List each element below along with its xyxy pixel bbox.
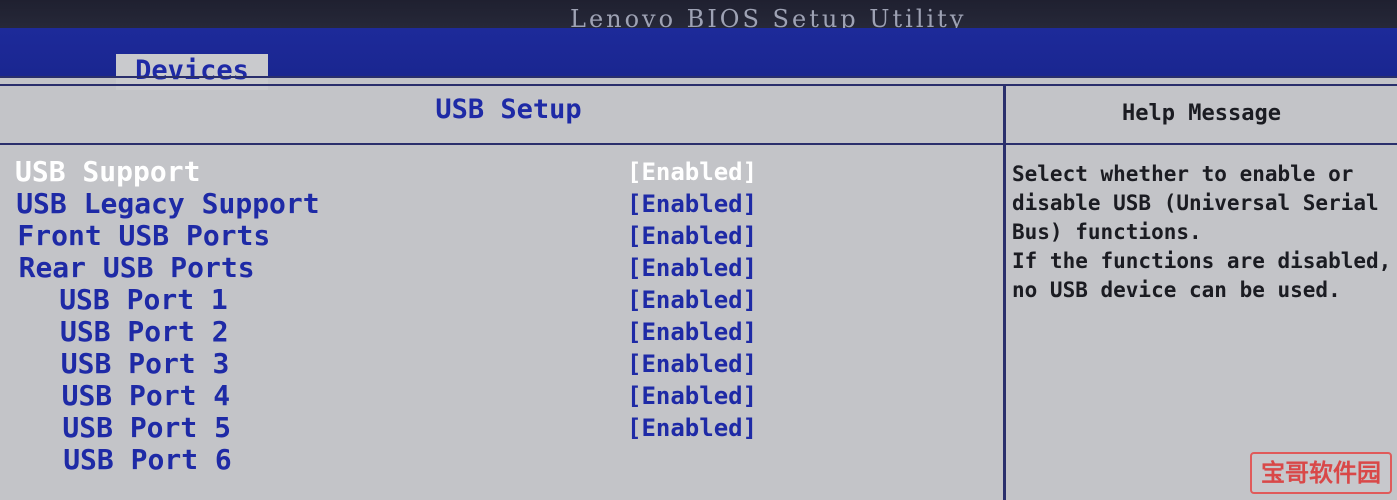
setting-value[interactable]: [Enabled] (627, 188, 757, 220)
menu-divider (0, 76, 1397, 78)
setting-value[interactable]: [Enabled] (627, 220, 757, 252)
setting-row[interactable]: USB Port 6 (0, 444, 1003, 476)
panel-title: USB Setup (435, 94, 582, 125)
setting-label: Front USB Ports (17, 219, 271, 252)
help-line: If the functions are disabled, (1012, 249, 1392, 273)
setting-row[interactable]: USB Port 3 [Enabled] (0, 348, 1003, 380)
setting-value[interactable]: [Enabled] (627, 156, 757, 188)
setting-label: USB Support (15, 155, 201, 188)
setting-row[interactable]: USB Support [Enabled] (0, 156, 1003, 188)
setting-row[interactable]: USB Port 5 [Enabled] (0, 412, 1003, 444)
setting-label: USB Port 3 (60, 347, 230, 380)
help-line: no USB device can be used. (1012, 278, 1341, 302)
help-line: Select whether to enable or (1012, 162, 1354, 186)
setting-label: USB Port 6 (63, 443, 232, 476)
setting-label: USB Legacy Support (16, 187, 320, 220)
setting-label: Rear USB Ports (18, 251, 255, 284)
setting-value[interactable]: [Enabled] (627, 412, 757, 444)
setting-row[interactable]: Front USB Ports [Enabled] (0, 220, 1003, 252)
setting-value[interactable]: [Enabled] (627, 316, 757, 348)
help-title-separator (1006, 143, 1397, 145)
setting-label: USB Port 2 (60, 315, 229, 348)
panel-title-separator (0, 143, 1003, 145)
setting-row[interactable]: USB Port 1 [Enabled] (0, 284, 1003, 316)
setting-value[interactable]: [Enabled] (627, 252, 757, 284)
help-line: disable USB (Universal Serial (1012, 191, 1379, 215)
title-bar: Lenovo BIOS Setup Utility (0, 0, 1397, 33)
help-message: Select whether to enable or disable USB (… (1012, 160, 1397, 305)
panel-divider (1003, 84, 1006, 500)
setting-row[interactable]: USB Port 4 [Enabled] (0, 380, 1003, 412)
setting-row[interactable]: USB Port 2 [Enabled] (0, 316, 1003, 348)
watermark: 宝哥软件园 (1250, 452, 1392, 494)
setting-value[interactable]: [Enabled] (627, 380, 757, 412)
setting-label: USB Port 4 (61, 379, 231, 412)
setting-label: USB Port 1 (59, 283, 228, 316)
help-line: Bus) functions. (1012, 220, 1202, 244)
setting-value[interactable]: [Enabled] (627, 348, 757, 380)
setting-row[interactable]: Rear USB Ports [Enabled] (0, 252, 1003, 284)
menu-bar: Devices (0, 28, 1397, 90)
setting-value[interactable]: [Enabled] (627, 284, 757, 316)
settings-list: USB Support [Enabled] USB Legacy Support [E… (0, 156, 1003, 476)
setting-row[interactable]: USB Legacy Support [Enabled] (0, 188, 1003, 220)
setting-label: USB Port 5 (62, 411, 231, 444)
help-title: Help Message (1122, 101, 1281, 126)
frame-top-border (0, 84, 1397, 86)
